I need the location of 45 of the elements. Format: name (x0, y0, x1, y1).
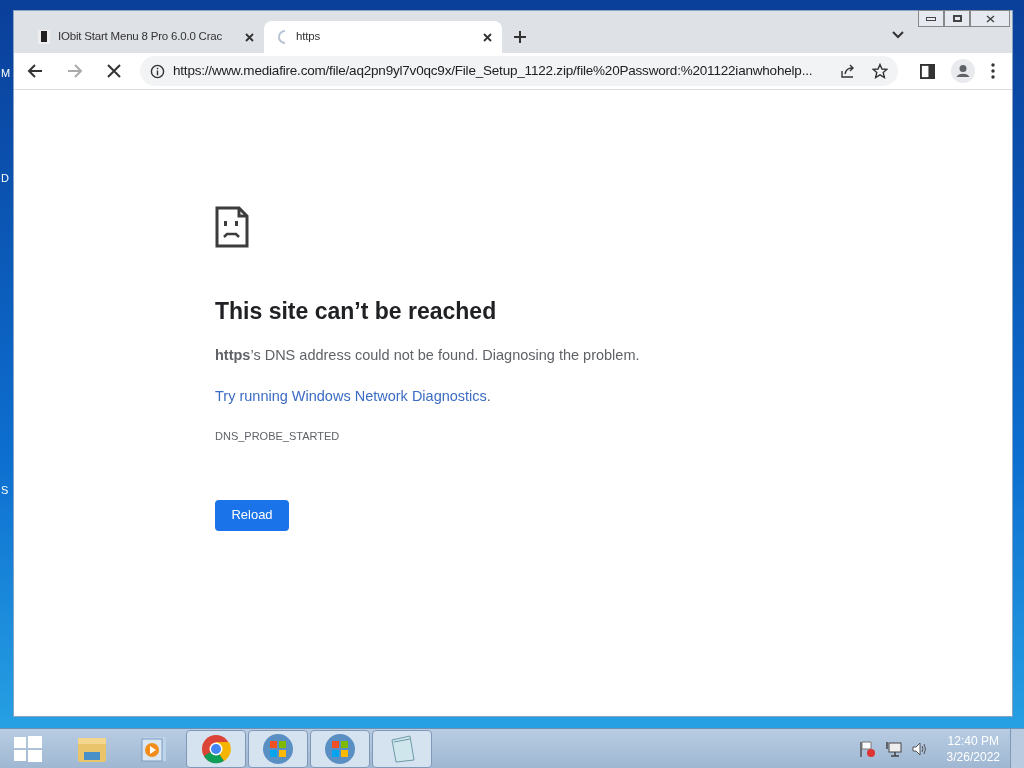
action-center-flag-icon[interactable] (858, 739, 877, 758)
windows-orb-icon (262, 732, 294, 765)
clock-date: 3/26/2022 (946, 748, 1000, 765)
network-icon[interactable] (884, 739, 903, 758)
close-button[interactable] (970, 10, 1010, 27)
profile-avatar-icon[interactable] (951, 59, 975, 83)
close-icon (985, 14, 995, 23)
tab-title: IObit Start Menu 8 Pro 6.0.0 Crac (58, 29, 224, 45)
taskbar-app-button[interactable] (248, 729, 308, 768)
side-panel-icon[interactable] (920, 63, 935, 79)
star-icon[interactable] (872, 63, 888, 79)
start-button[interactable] (14, 735, 42, 762)
link-period: . (486, 387, 491, 407)
windows-orb-icon (324, 732, 356, 765)
share-icon[interactable] (840, 63, 856, 79)
browser-tab[interactable]: IObit Start Menu 8 Pro 6.0.0 Crac (26, 21, 264, 53)
tab-search-caret-icon[interactable] (892, 31, 904, 39)
desktop-icon-label: S (1, 483, 9, 498)
error-heading: This site can’t be reached (215, 297, 497, 326)
notepad-icon (388, 733, 416, 764)
sad-page-icon (215, 206, 249, 248)
tab-close-icon[interactable] (483, 32, 492, 42)
desktop-icon-label: D (1, 171, 9, 186)
minimize-button[interactable] (918, 10, 944, 27)
plus-icon (514, 31, 526, 43)
desktop-icon-label: M (1, 66, 11, 81)
error-code: DNS_PROBE_STARTED (215, 429, 340, 444)
diagnostics-link[interactable]: Try running Windows Network Diagnostics (215, 386, 487, 408)
taskbar-app-button[interactable] (186, 729, 246, 768)
tab-title: https (296, 29, 321, 45)
url-text: https://www.mediafire.com/file/aq2pn9yl7v0qc9x/File_Setup_1122.zip/file%20Password:%201122ianwhohelp... (173, 61, 814, 80)
clock-time: 12:40 PM (947, 732, 999, 749)
menu-icon[interactable] (991, 63, 995, 79)
back-arrow-icon[interactable] (26, 62, 44, 80)
error-message: https’s DNS address could not be found. Diagnosing the problem. (215, 345, 640, 365)
chrome-icon (201, 733, 231, 764)
media-player-icon (140, 734, 168, 763)
tab-close-icon[interactable] (245, 32, 254, 42)
info-icon (150, 63, 165, 79)
reload-button[interactable]: Reload (215, 499, 289, 531)
browser-tab[interactable]: https (264, 21, 502, 53)
taskbar-app-button[interactable] (310, 729, 370, 768)
stop-loading-icon[interactable] (106, 63, 122, 79)
address-bar[interactable]: https://www.mediafire.com/file/aq2pn9yl7v0qc9x/File_Setup_1122.zip/file%20Password:%201122ianwhohelp... (140, 56, 898, 86)
restore-button[interactable] (944, 10, 970, 27)
